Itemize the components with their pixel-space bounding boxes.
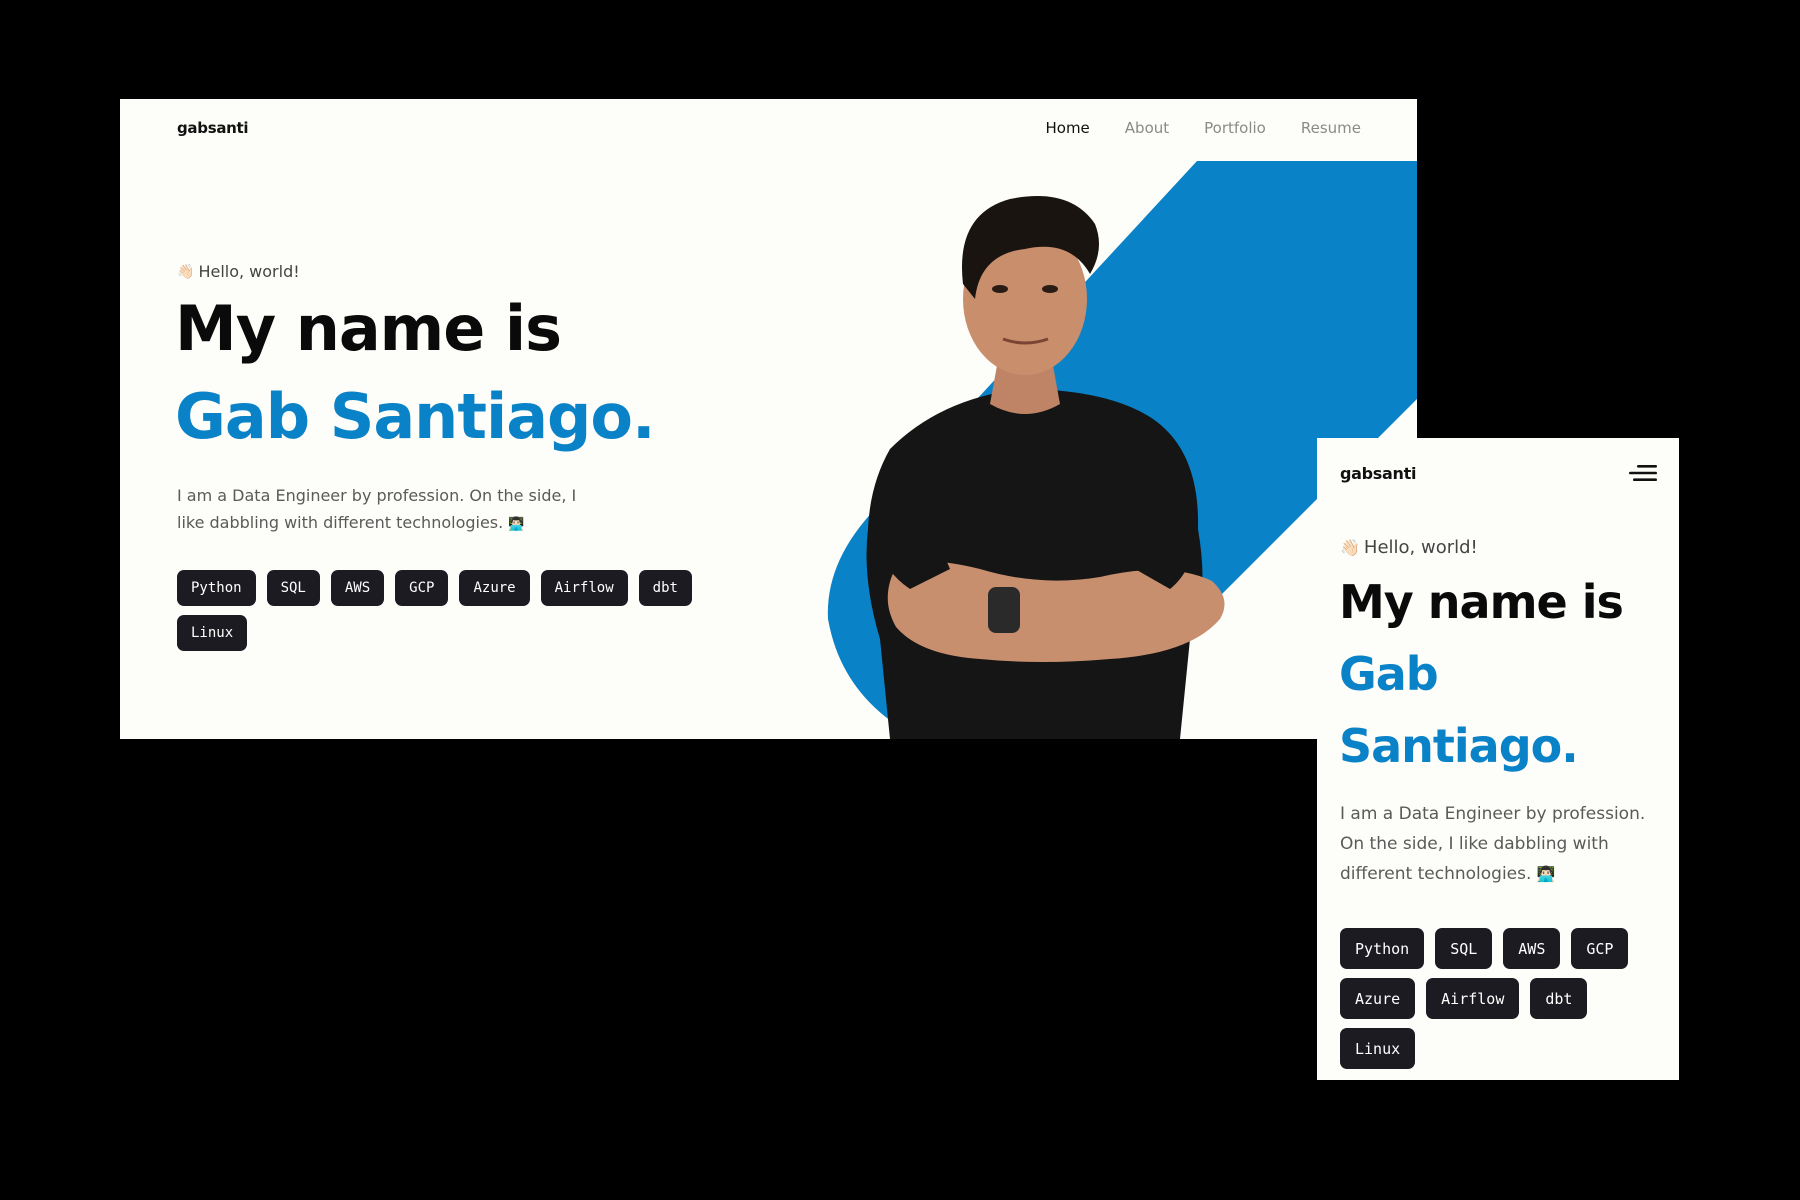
- nav-item-about[interactable]: About: [1125, 119, 1169, 137]
- tech-tags: Python SQL AWS GCP Azure Airflow dbt Lin…: [1340, 928, 1660, 1069]
- headline-last-name: Santiago.: [1339, 719, 1579, 773]
- mobile-mockup: gabsanti 👋🏻 Hello, world! My name is Gab…: [1317, 438, 1679, 1080]
- waving-hand-icon: 👋🏻: [1340, 537, 1360, 557]
- brand-logo[interactable]: gabsanti: [177, 119, 249, 137]
- greeting-text: Hello, world!: [198, 262, 300, 281]
- tag-azure[interactable]: Azure: [459, 570, 530, 606]
- tag-linux[interactable]: Linux: [1340, 1028, 1416, 1069]
- tag-aws[interactable]: AWS: [330, 570, 385, 606]
- tag-airflow[interactable]: Airflow: [540, 570, 628, 606]
- bio-text: I am a Data Engineer by profession. On t…: [177, 482, 597, 538]
- headline-name: Gab Santiago.: [175, 380, 656, 453]
- tag-python[interactable]: Python: [177, 570, 256, 606]
- tag-gcp[interactable]: GCP: [395, 570, 449, 606]
- tag-gcp[interactable]: GCP: [1571, 928, 1629, 969]
- nav-item-resume[interactable]: Resume: [1301, 119, 1361, 137]
- watch-shape: [988, 587, 1020, 633]
- hamburger-menu-icon[interactable]: [1629, 463, 1657, 483]
- tag-dbt[interactable]: dbt: [638, 570, 692, 606]
- technologist-icon: 👨🏻‍💻: [1536, 865, 1556, 883]
- tag-linux[interactable]: Linux: [177, 615, 248, 651]
- greeting: 👋🏻 Hello, world!: [1340, 537, 1478, 558]
- tag-airflow[interactable]: Airflow: [1426, 978, 1520, 1019]
- greeting-text: Hello, world!: [1363, 537, 1478, 558]
- waving-hand-icon: 👋🏻: [177, 263, 195, 280]
- headline-first-name: Gab: [1339, 647, 1439, 701]
- main-nav: Home About Portfolio Resume: [1045, 119, 1361, 137]
- tag-sql[interactable]: SQL: [1435, 928, 1493, 969]
- nav-item-home[interactable]: Home: [1045, 119, 1089, 137]
- bio-text: I am a Data Engineer by profession. On t…: [1340, 799, 1660, 889]
- technologist-icon: 👨🏻‍💻: [508, 517, 525, 532]
- headline: My name is Gab Santiago.: [1339, 566, 1659, 782]
- tag-azure[interactable]: Azure: [1340, 978, 1416, 1019]
- tag-sql[interactable]: SQL: [266, 570, 320, 606]
- brand-logo[interactable]: gabsanti: [1340, 464, 1416, 483]
- bio-sentence: I am a Data Engineer by profession. On t…: [1340, 804, 1646, 884]
- desktop-mockup: gabsanti Home About Portfolio Resume 👋🏻 …: [120, 99, 1417, 739]
- nav-item-portfolio[interactable]: Portfolio: [1204, 119, 1266, 137]
- tag-aws[interactable]: AWS: [1503, 928, 1561, 969]
- greeting: 👋🏻 Hello, world!: [177, 262, 300, 281]
- tag-dbt[interactable]: dbt: [1530, 978, 1588, 1019]
- headline-intro: My name is: [175, 292, 562, 365]
- tag-python[interactable]: Python: [1340, 928, 1425, 969]
- tech-tags: Python SQL AWS GCP Azure Airflow dbt Lin…: [177, 570, 717, 651]
- headline-intro: My name is: [1339, 575, 1624, 629]
